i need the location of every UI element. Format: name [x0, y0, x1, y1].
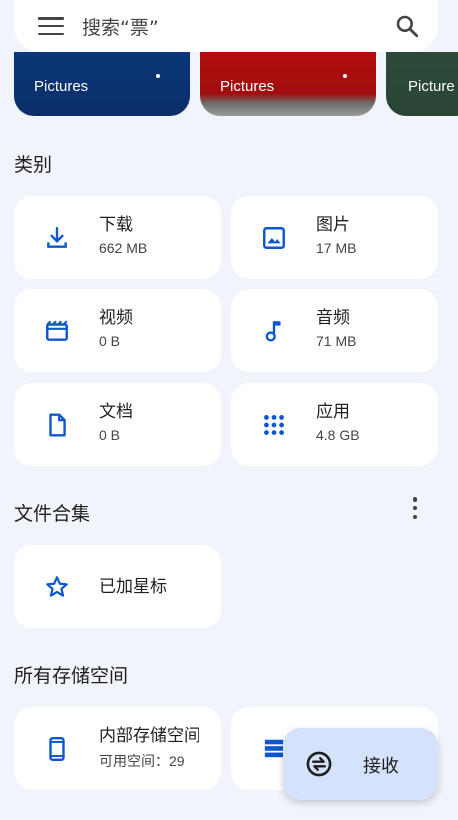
- recent-image-label: Picture: [408, 78, 455, 95]
- receive-button[interactable]: 接收: [283, 728, 438, 800]
- storage-detail: 可用空间：29: [99, 753, 185, 769]
- category-size: 0 B: [99, 427, 121, 443]
- audio-icon: [265, 320, 281, 342]
- category-audio[interactable]: 音频 71 MB: [231, 289, 438, 372]
- category-name: 应用: [316, 402, 350, 422]
- category-images[interactable]: 图片 17 MB: [231, 196, 438, 279]
- image-icon: [263, 226, 285, 249]
- search-icon[interactable]: [394, 13, 420, 39]
- more-dot: [156, 74, 160, 78]
- category-apps[interactable]: 应用 4.8 GB: [231, 383, 438, 466]
- recent-image-card[interactable]: Picture: [386, 52, 458, 116]
- receive-icon: [306, 751, 332, 777]
- category-name: 下载: [99, 215, 133, 235]
- receive-label: 接收: [363, 756, 399, 777]
- recent-image-label: Pictures: [34, 78, 89, 95]
- category-size: 17 MB: [316, 240, 357, 256]
- category-size: 4.8 GB: [316, 427, 360, 443]
- download-icon: [47, 226, 67, 248]
- recent-images-row: Pictures Pictures Picture: [0, 52, 458, 118]
- menu-icon[interactable]: [38, 17, 64, 35]
- phone-icon: [49, 736, 65, 761]
- collections-title: 文件合集: [14, 503, 91, 525]
- video-icon: [46, 319, 68, 341]
- more-options-icon[interactable]: [412, 497, 418, 519]
- storage-icon: [264, 739, 284, 758]
- more-dot: [343, 74, 347, 78]
- category-documents[interactable]: 文档 0 B: [14, 383, 221, 466]
- category-size: 71 MB: [316, 333, 357, 349]
- document-icon: [49, 413, 66, 436]
- storage-internal[interactable]: 内部存储空间 可用空间：29: [14, 707, 221, 790]
- recent-image-label: Pictures: [220, 78, 275, 95]
- collection-starred[interactable]: 已加星标: [14, 545, 221, 628]
- search-bar[interactable]: 搜索“票”: [14, 0, 438, 52]
- category-size: 662 MB: [99, 240, 148, 256]
- category-size: 0 B: [99, 333, 121, 349]
- category-name: 文档: [99, 402, 133, 422]
- storage-title: 所有存储空间: [14, 665, 129, 687]
- recent-image-card[interactable]: Pictures: [200, 52, 376, 116]
- category-downloads[interactable]: 下载 662 MB: [14, 196, 221, 279]
- category-name: 音频: [316, 308, 350, 328]
- search-input[interactable]: 搜索“票”: [82, 13, 394, 40]
- category-videos[interactable]: 视频 0 B: [14, 289, 221, 372]
- collection-name: 已加星标: [99, 576, 167, 597]
- category-name: 视频: [99, 308, 133, 328]
- storage-name: 内部存储空间: [99, 726, 199, 746]
- apps-grid-icon: [264, 414, 284, 435]
- category-name: 图片: [316, 215, 350, 235]
- recent-image-card[interactable]: Pictures: [14, 52, 190, 116]
- star-icon: [46, 575, 68, 597]
- categories-title: 类别: [14, 154, 53, 176]
